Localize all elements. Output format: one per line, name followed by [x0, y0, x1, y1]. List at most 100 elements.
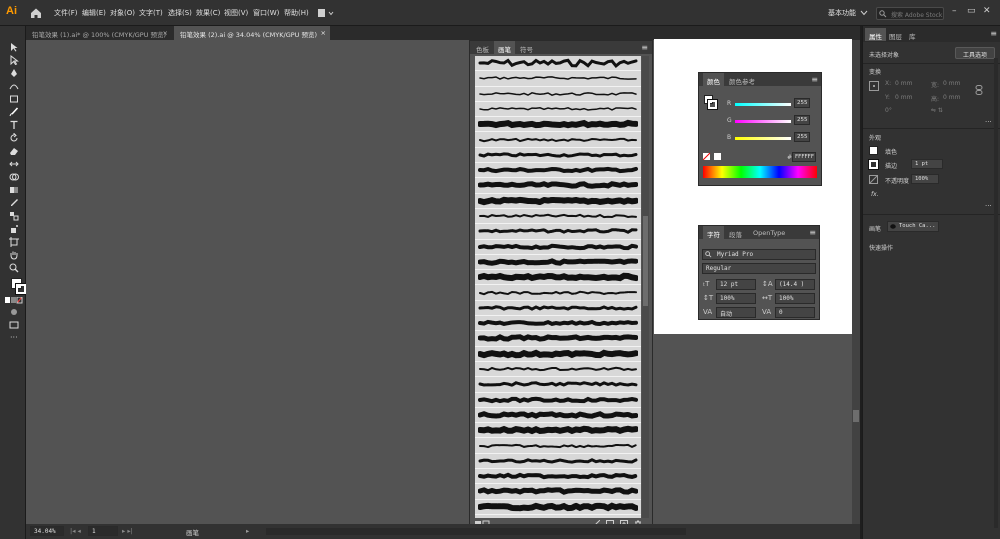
brush-item[interactable] — [475, 255, 641, 271]
brush-item[interactable] — [475, 454, 641, 470]
brush-item[interactable] — [475, 87, 641, 102]
brush-item[interactable] — [475, 286, 641, 301]
shape-builder-tool-icon[interactable] — [9, 172, 19, 182]
vertical-scale-input[interactable]: 100% — [716, 293, 756, 304]
hex-input[interactable]: FFFFFF — [792, 152, 816, 162]
brush-list[interactable] — [475, 56, 641, 518]
brush-item[interactable] — [475, 163, 641, 179]
tab-libraries[interactable]: 库 — [905, 28, 920, 41]
brush-item[interactable] — [475, 224, 641, 240]
brush-item[interactable] — [475, 347, 641, 362]
y-input[interactable]: 0 mm — [895, 94, 912, 101]
menu-view[interactable]: 视图(V) — [224, 8, 248, 18]
paintbrush-tool-icon[interactable] — [9, 107, 19, 117]
close-tab-icon[interactable]: × — [163, 29, 168, 37]
brush-item[interactable] — [475, 194, 641, 209]
brush-item[interactable] — [475, 117, 641, 133]
direct-selection-tool-icon[interactable] — [9, 55, 19, 65]
arrange-documents-icon[interactable] — [318, 9, 334, 18]
type-tool-icon[interactable] — [9, 120, 19, 130]
draw-mode-icon[interactable] — [9, 307, 19, 317]
menu-file[interactable]: 文件(F) — [54, 8, 78, 18]
panel-menu-icon[interactable]: ≡ — [641, 43, 648, 52]
more-tools-icon[interactable]: ··· — [10, 333, 18, 342]
stroke-swatch[interactable] — [707, 99, 718, 110]
stroke-swatch[interactable] — [868, 159, 879, 170]
panel-menu-icon[interactable]: ≡ — [990, 29, 997, 38]
minimize-icon[interactable]: – — [952, 6, 957, 16]
close-tab-icon[interactable]: × — [321, 29, 326, 37]
tab-paragraph[interactable]: 段落 — [725, 226, 746, 239]
tool-options-button[interactable]: 工具选项 — [955, 47, 995, 59]
next-artboard-icons[interactable]: ▸ ▸| — [122, 527, 133, 535]
brush-item[interactable] — [475, 331, 641, 347]
brush-item[interactable] — [475, 71, 641, 87]
menu-window[interactable]: 窗口(W) — [253, 8, 279, 18]
opacity-input[interactable]: 100% — [911, 174, 939, 184]
eraser-tool-icon[interactable] — [9, 146, 19, 156]
brush-item[interactable] — [475, 316, 641, 332]
artboard-number-select[interactable]: 1 — [88, 526, 118, 536]
zoom-select[interactable]: 34.04% — [30, 526, 64, 536]
chevron-down-icon[interactable] — [860, 10, 868, 16]
brush-item[interactable] — [475, 133, 641, 148]
rotate-tool-icon[interactable] — [9, 133, 19, 143]
width-tool-icon[interactable] — [9, 159, 19, 169]
doc-tab-2[interactable]: 铅笔效果 (2).ai @ 34.04% (CMYK/GPU 预览) × — [174, 26, 330, 40]
menu-help[interactable]: 帮助(H) — [284, 8, 309, 18]
close-icon[interactable]: ✕ — [983, 6, 991, 16]
brush-item[interactable] — [475, 423, 641, 439]
brush-item[interactable] — [475, 178, 641, 194]
brush-item[interactable] — [475, 484, 641, 500]
tab-symbols[interactable]: 符号 — [516, 41, 537, 54]
brush-item[interactable] — [475, 301, 641, 317]
gradient-tool-icon[interactable] — [9, 185, 19, 195]
prev-artboard-icons[interactable]: |◂ ◂ — [70, 527, 81, 535]
slider-b[interactable] — [735, 137, 791, 140]
zoom-tool-icon[interactable] — [9, 263, 19, 273]
horizontal-scrollbar[interactable] — [266, 528, 686, 535]
home-icon[interactable] — [30, 7, 42, 19]
scrollbar[interactable] — [642, 56, 649, 518]
artboard-tool-icon[interactable] — [9, 237, 19, 247]
menu-object[interactable]: 对象(O) — [110, 8, 135, 18]
menu-type[interactable]: 文字(T) — [139, 8, 163, 18]
panel-menu-icon[interactable]: ≡ — [811, 75, 818, 84]
brush-item[interactable] — [475, 56, 641, 72]
more-options-icon[interactable]: ··· — [985, 118, 992, 126]
value-b[interactable]: 255 — [794, 132, 810, 142]
eyedropper-tool-icon[interactable] — [9, 198, 19, 208]
tab-brushes[interactable]: 画笔 — [494, 41, 515, 54]
workspace-switcher[interactable]: 基本功能 — [828, 8, 856, 18]
tab-layers[interactable]: 图层 — [885, 28, 906, 41]
curvature-tool-icon[interactable] — [9, 81, 19, 91]
status-menu-icon[interactable]: ▸ — [246, 527, 249, 535]
value-r[interactable]: 255 — [794, 98, 810, 108]
more-options-icon[interactable]: ··· — [985, 202, 992, 210]
rectangle-tool-icon[interactable] — [9, 94, 19, 104]
kerning-select[interactable]: 自动 — [716, 307, 756, 318]
leading-input[interactable]: (14.4 ) — [775, 279, 815, 290]
brush-item[interactable] — [475, 377, 641, 393]
symbol-sprayer-tool-icon[interactable] — [9, 224, 19, 234]
maximize-icon[interactable]: ▭ — [967, 6, 976, 16]
screen-mode-icon[interactable] — [9, 320, 19, 330]
hand-tool-icon[interactable] — [9, 250, 19, 260]
brush-item[interactable] — [475, 209, 641, 225]
font-style-select[interactable]: Regular — [702, 263, 816, 274]
brush-item[interactable] — [475, 439, 641, 454]
properties-scrollbar[interactable] — [994, 58, 998, 528]
brush-item[interactable] — [475, 362, 641, 378]
menu-effect[interactable]: 效果(C) — [196, 8, 220, 18]
tab-swatches[interactable]: 色板 — [472, 41, 493, 54]
brush-item[interactable] — [475, 393, 641, 408]
selection-tool-icon[interactable] — [9, 42, 19, 52]
tab-color-guide[interactable]: 颜色参考 — [725, 73, 759, 86]
slider-r[interactable] — [735, 103, 791, 106]
stroke-weight-input[interactable]: 1 pt — [911, 159, 943, 169]
reference-point-icon[interactable] — [869, 81, 879, 91]
tab-color[interactable]: 颜色 — [703, 73, 724, 86]
tracking-select[interactable]: 0 — [775, 307, 815, 318]
brush-item[interactable] — [475, 500, 641, 515]
color-mode-icons[interactable] — [5, 297, 23, 304]
